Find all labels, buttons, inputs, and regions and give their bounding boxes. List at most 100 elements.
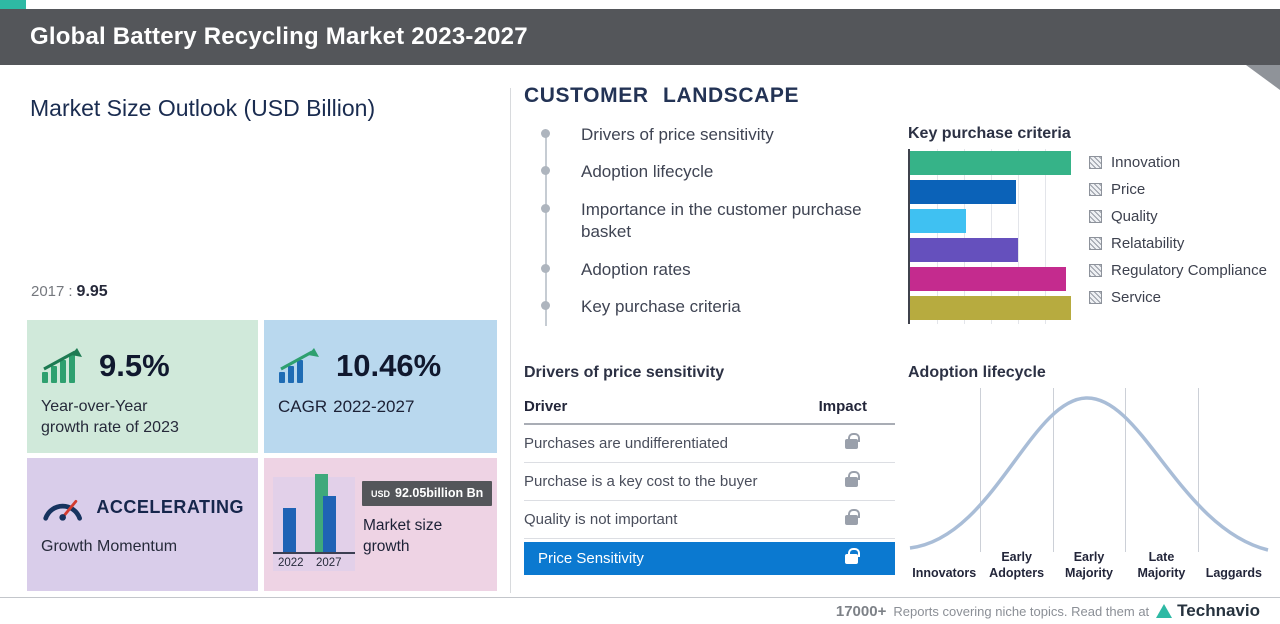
landscape-item: Key purchase criteria bbox=[541, 296, 880, 318]
stage-label: Innovators bbox=[912, 565, 977, 580]
report-count: 17000+ bbox=[835, 602, 887, 620]
driver-text: Purchase is a key cost to the buyer bbox=[524, 473, 758, 490]
legend-swatch-icon bbox=[1089, 183, 1102, 196]
footer: 17000+ Reports covering niche topics. Re… bbox=[836, 601, 1260, 621]
yoy-growth-card: 9.5% Year-over-Year growth rate of 2023 bbox=[27, 320, 258, 453]
badge-currency: USD bbox=[371, 489, 391, 499]
market-size-growth-label: Market size growth bbox=[363, 516, 442, 558]
customer-landscape-list: Drivers of price sensitivity Adoption li… bbox=[541, 124, 880, 334]
section-divider bbox=[510, 88, 511, 593]
cagr-period: 2022-2027 bbox=[333, 397, 415, 416]
cagr-label: CAGR 2022-2027 bbox=[278, 397, 483, 417]
msg-label-line1: Market size bbox=[363, 517, 443, 534]
driver-text: Purchases are undifferentiated bbox=[524, 435, 729, 452]
kpc-bar bbox=[910, 180, 1017, 204]
legend-item: Service bbox=[1089, 289, 1267, 306]
highlight-text: Price Sensitivity bbox=[538, 550, 644, 567]
kpc-legend: Innovation Price Quality Relatability Re… bbox=[1089, 154, 1267, 316]
table-row: Purchases are undifferentiated bbox=[524, 425, 895, 463]
momentum-label: Growth Momentum bbox=[41, 538, 178, 555]
lock-icon bbox=[845, 508, 860, 525]
kpc-bar bbox=[910, 238, 1018, 262]
speedometer-icon bbox=[43, 499, 82, 521]
legend-item: Price bbox=[1089, 181, 1267, 198]
stage-label: Early Majority bbox=[1065, 550, 1113, 580]
price-sensitivity-highlight-row: Price Sensitivity bbox=[524, 542, 895, 575]
base-year-separator: : bbox=[68, 283, 73, 300]
bell-curve bbox=[909, 396, 1269, 552]
base-year-label: 2017 bbox=[31, 283, 65, 300]
key-purchase-criteria-title: Key purchase criteria bbox=[908, 125, 1071, 142]
legend-label: Regulatory Compliance bbox=[1111, 262, 1267, 279]
lock-icon bbox=[845, 432, 860, 449]
mini-chart-axis bbox=[273, 552, 355, 554]
key-purchase-criteria-chart bbox=[908, 149, 1071, 324]
landscape-item: Importance in the customer purchase bask… bbox=[541, 199, 880, 244]
header-bar: Global Battery Recycling Market 2023-202… bbox=[0, 9, 1280, 65]
badge-amount: 92.05billion Bn bbox=[395, 486, 484, 500]
legend-label: Service bbox=[1111, 289, 1162, 306]
table-row: Quality is not important bbox=[524, 501, 895, 539]
legend-label: Relatability bbox=[1111, 235, 1185, 252]
stage-label: Early Adopters bbox=[989, 550, 1045, 580]
legend-item: Regulatory Compliance bbox=[1089, 262, 1267, 279]
landscape-item: Drivers of price sensitivity bbox=[541, 124, 880, 146]
cagr-text: CAGR bbox=[278, 397, 328, 416]
legend-swatch-icon bbox=[1089, 210, 1102, 223]
momentum-value: ACCELERATING bbox=[96, 496, 244, 517]
table-header-row: Driver Impact bbox=[524, 392, 895, 425]
teal-corner-accent bbox=[0, 0, 26, 9]
customer-landscape-title: CUSTOMER LANDSCAPE bbox=[524, 84, 800, 107]
mini-chart-year-start: 2022 bbox=[278, 557, 304, 569]
landscape-item: Adoption lifecycle bbox=[541, 161, 880, 183]
kpc-bar bbox=[910, 296, 1071, 320]
legend-swatch-icon bbox=[1089, 156, 1102, 169]
price-sensitivity-title: Drivers of price sensitivity bbox=[524, 364, 725, 381]
msg-label-line2: growth bbox=[363, 537, 410, 555]
legend-swatch-icon bbox=[1089, 291, 1102, 304]
technavio-logo[interactable]: Technavio bbox=[1156, 601, 1260, 621]
kpc-bar bbox=[910, 209, 967, 233]
column-impact: Impact bbox=[818, 398, 867, 415]
market-size-mini-chart: 2022 2027 bbox=[273, 474, 355, 571]
footer-text: Reports covering niche topics. Read them… bbox=[893, 603, 1150, 619]
cagr-value: 10.46% bbox=[336, 348, 442, 383]
adoption-lifecycle-chart bbox=[908, 388, 1270, 552]
momentum-card: ACCELERATING Growth Momentum bbox=[27, 458, 258, 591]
yoy-growth-label: Year-over-Year growth rate of 2023 bbox=[41, 397, 244, 439]
legend-label: Quality bbox=[1111, 208, 1158, 225]
mini-bar bbox=[283, 508, 296, 552]
yoy-growth-line2: growth rate of 2023 bbox=[41, 418, 179, 436]
kpc-bar bbox=[910, 267, 1067, 291]
yoy-growth-value: 9.5% bbox=[99, 348, 170, 383]
legend-swatch-icon bbox=[1089, 264, 1102, 277]
market-size-growth-card: 2022 2027 USD 92.05billion Bn Market siz… bbox=[264, 458, 497, 591]
market-value-badge: USD 92.05billion Bn bbox=[362, 481, 493, 506]
price-sensitivity-table: Driver Impact Purchases are undifferenti… bbox=[524, 392, 895, 575]
table-row: Purchase is a key cost to the buyer bbox=[524, 463, 895, 501]
landscape-item: Adoption rates bbox=[541, 259, 880, 281]
technavio-triangle-icon bbox=[1156, 604, 1173, 618]
market-size-title: Market Size Outlook (USD Billion) bbox=[30, 95, 376, 121]
legend-label: Innovation bbox=[1111, 154, 1181, 171]
growth-bars-icon bbox=[42, 348, 82, 383]
kpc-bar bbox=[910, 151, 1071, 175]
cagr-trend-icon bbox=[279, 348, 319, 383]
driver-text: Quality is not important bbox=[524, 511, 678, 528]
yoy-growth-line1: Year-over-Year bbox=[41, 398, 148, 415]
base-year-number: 9.95 bbox=[76, 283, 108, 300]
page-title: Global Battery Recycling Market 2023-202… bbox=[30, 23, 528, 50]
infographic-page: Global Battery Recycling Market 2023-202… bbox=[0, 0, 1280, 624]
cagr-card: 10.46% CAGR 2022-2027 bbox=[264, 320, 497, 453]
lifecycle-stage-labels: Innovators Early Adopters Early Majority… bbox=[908, 550, 1270, 581]
footer-divider bbox=[0, 597, 1280, 598]
legend-swatch-icon bbox=[1089, 237, 1102, 250]
mini-bar bbox=[323, 496, 336, 552]
lock-icon bbox=[845, 547, 860, 564]
stage-label: Late Majority bbox=[1137, 550, 1186, 580]
legend-item: Innovation bbox=[1089, 154, 1267, 171]
column-driver: Driver bbox=[524, 398, 568, 415]
mini-chart-year-end: 2027 bbox=[316, 557, 342, 569]
stage-label: Laggards bbox=[1205, 565, 1262, 580]
technavio-wordmark: Technavio bbox=[1177, 601, 1260, 620]
